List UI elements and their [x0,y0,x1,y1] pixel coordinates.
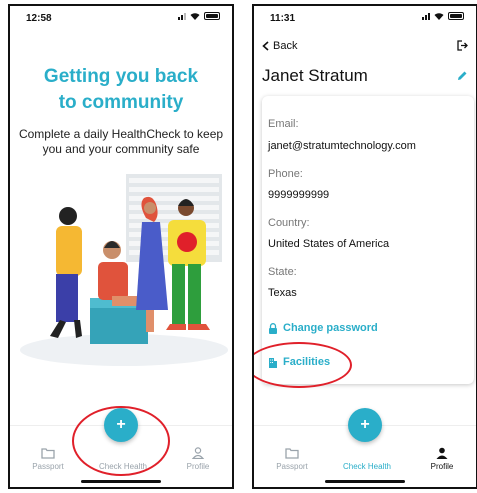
phone-value: 9999999999 [268,189,330,201]
title-line-2: to community [58,92,184,113]
back-label: Back [273,40,298,52]
logout-icon[interactable] [457,40,468,51]
email-value: janet@stratumtechnology.com [268,140,416,152]
tab-spacer [360,447,374,459]
signal-icon [422,12,430,20]
status-time: 11:31 [270,13,296,24]
change-password-link[interactable]: Change password [268,322,378,334]
email-label: Email: [268,118,299,130]
building-icon [269,357,277,368]
status-bar: 12:58 [10,6,232,28]
home-indicator [81,480,161,483]
folder-icon [41,448,55,459]
folder-icon [285,448,299,459]
home-indicator [325,480,405,483]
wifi-icon [190,13,200,20]
check-health-button[interactable]: + [348,408,382,442]
tab-check-health[interactable]: Check Health [93,447,153,471]
country-value: United States of America [268,238,390,250]
community-illustration [20,174,228,366]
title-line-1: Getting you back [43,66,199,87]
status-icons [178,12,220,20]
profile-details-card: Email: janet@stratumtechnology.com Phone… [262,96,474,384]
tab-profile-label: Profile [430,462,454,471]
status-bar: 11:31 [254,6,476,28]
pencil-icon[interactable] [457,70,468,81]
tab-passport-label: Passport [32,462,64,471]
lock-icon [269,322,277,334]
wifi-icon [434,13,444,20]
tab-profile[interactable]: Profile [168,447,228,471]
bottom-tab-bar: Passport Check Health Profile + [10,408,232,487]
status-time: 12:58 [26,13,52,24]
page-subtitle: Complete a daily HealthCheck to keep you… [18,127,224,156]
state-value: Texas [268,287,297,299]
signal-icon [178,12,186,20]
page-title: Getting you back to community [10,64,232,116]
tab-spacer [116,447,130,459]
profile-name: Janet Stratum [262,66,368,85]
tab-check-health[interactable]: Check Health [337,447,397,471]
back-button[interactable]: Back [262,40,297,52]
tab-passport[interactable]: Passport [18,447,78,471]
tab-passport-label: Passport [276,462,308,471]
onboarding-screen: 12:58 Getting you back to community Comp… [8,4,234,489]
bottom-tab-bar: Passport Check Health Profile + [254,408,476,487]
facilities-label: Facilities [283,356,331,368]
state-label: State: [268,266,297,278]
status-icons [422,12,464,20]
tab-profile[interactable]: Profile [412,447,472,471]
tab-passport[interactable]: Passport [262,447,322,471]
tab-check-health-label: Check Health [342,462,392,471]
battery-icon [204,12,220,20]
tab-profile-label: Profile [186,462,210,471]
facilities-link[interactable]: Facilities [268,356,330,368]
change-password-label: Change password [283,322,378,334]
phone-label: Phone: [268,168,303,180]
profile-screen: 11:31 Back Janet Stratum Email: janet@st… [252,4,477,489]
battery-icon [448,12,464,20]
country-label: Country: [268,217,310,229]
check-health-button[interactable]: + [104,408,138,442]
chevron-left-icon [262,41,269,51]
tab-check-health-label: Check Health [98,462,148,471]
person-icon [436,447,448,459]
person-icon [191,447,205,459]
